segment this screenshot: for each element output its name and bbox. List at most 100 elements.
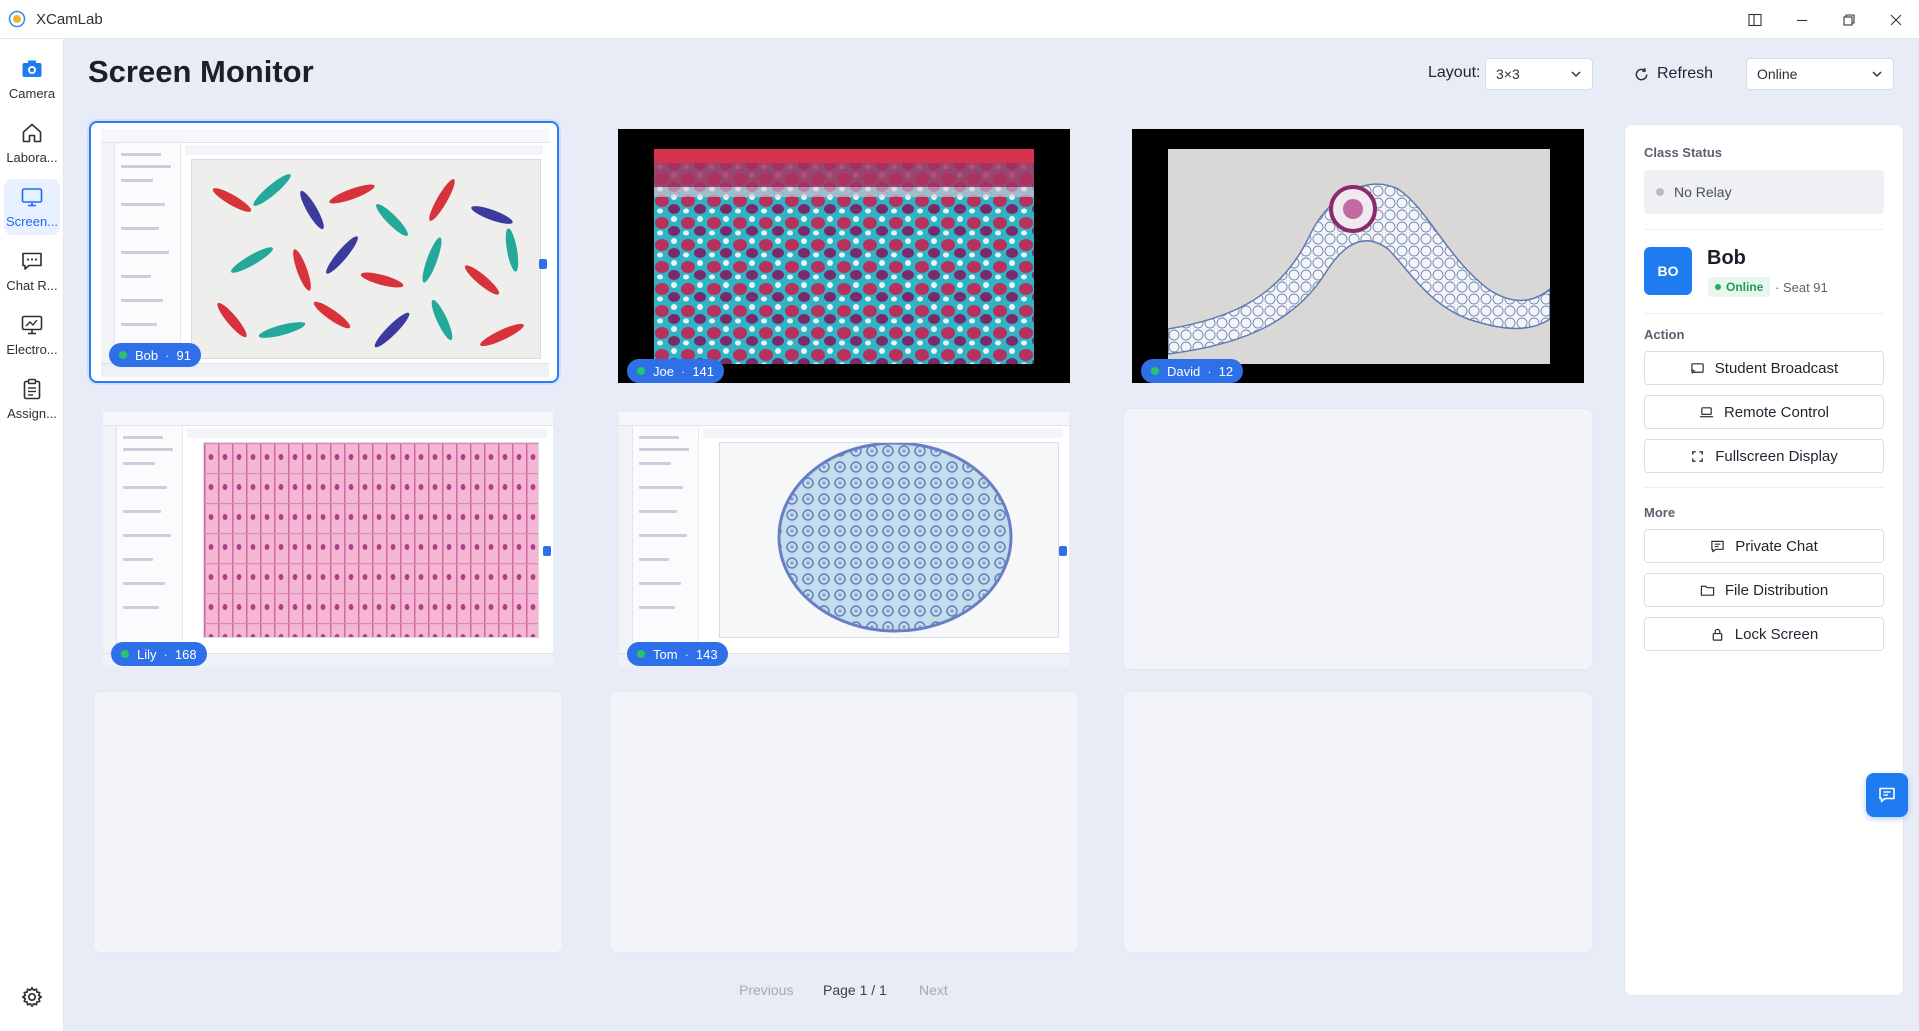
online-dot [119,351,127,359]
app-logo-icon [8,10,26,28]
microscope-image [654,149,1034,364]
empty-tile [1123,408,1593,670]
student-seat: 141 [692,363,715,379]
status-badge-text: Online [1726,280,1764,294]
student-name: Lily [137,646,157,662]
student-seat: 143 [695,646,718,662]
lock-icon [1712,628,1723,641]
student-badge: Lily · 168 [111,642,207,666]
status-badge: Online [1708,277,1771,297]
sidebar-toggle-button[interactable] [1731,0,1778,39]
button-label: Remote Control [1723,403,1830,421]
floating-chat-button[interactable] [1866,773,1908,817]
chat-icon [1711,540,1724,552]
fullscreen-icon [1692,450,1704,462]
restore-button[interactable] [1825,0,1872,39]
relay-status-text: No Relay [1674,184,1732,200]
student-name: Bob [1707,247,1746,269]
relay-status: No Relay [1644,170,1884,214]
minimize-button[interactable] [1778,0,1825,39]
sidebar-item-electronic-whiteboard[interactable]: Electro... [4,307,60,363]
screen-tile-david[interactable]: David · 12 [1123,121,1593,383]
student-name: Bob [135,347,159,363]
refresh-button[interactable]: Refresh [1634,58,1713,90]
screen-tile-lily[interactable]: Lily · 168 [93,408,563,670]
sidebar-item-laboratory[interactable]: Labora... [4,115,60,171]
empty-tile [609,691,1079,953]
online-dot [637,650,645,658]
left-sidebar: Camera Labora... Screen... Chat R... Ele… [0,39,64,1031]
avatar: BO [1644,247,1692,295]
class-status-title: Class Status [1644,145,1723,160]
title-bar: XCamLab [0,0,1919,39]
home-icon [22,123,42,143]
sidebar-item-camera[interactable]: Camera [4,51,60,107]
previous-page-button[interactable]: Previous [739,982,793,998]
sidebar-item-label: Camera [8,86,56,101]
online-dot [121,650,129,658]
button-label: File Distribution [1724,581,1829,599]
fullscreen-display-button[interactable]: Fullscreen Display [1644,439,1884,473]
student-screen-preview [101,129,549,377]
student-seat: 168 [174,646,197,662]
file-distribution-button[interactable]: File Distribution [1644,573,1884,607]
close-icon [1890,14,1901,25]
button-label: Student Broadcast [1714,359,1839,377]
layout-select-value: 3×3 [1496,66,1520,82]
private-chat-button[interactable]: Private Chat [1644,529,1884,563]
student-badge: Tom · 143 [627,642,728,666]
student-broadcast-button[interactable]: Student Broadcast [1644,351,1884,385]
more-section-title: More [1644,505,1676,520]
refresh-label: Refresh [1657,65,1714,82]
sidebar-item-label: Electro... [6,342,58,357]
app-title: XCamLab [36,10,103,28]
laptop-icon [1699,406,1714,417]
settings-gear-icon[interactable] [20,985,44,1009]
screen-tile-bob[interactable]: Bob · 91 [89,121,559,383]
page-title: Screen Monitor [88,54,314,89]
chevron-down-icon [1872,71,1882,78]
sidebar-item-label: Chat R... [6,278,58,293]
button-label: Fullscreen Display [1715,447,1838,465]
chevron-down-icon [1571,71,1581,78]
microscope-image [777,443,1013,633]
sidebar-item-screen-monitor[interactable]: Screen... [4,179,60,235]
monitor-icon [21,188,43,207]
lock-screen-button[interactable]: Lock Screen [1644,617,1884,651]
camera-icon [22,60,42,77]
sidebar-item-label: Assign... [7,406,57,421]
close-button[interactable] [1872,0,1919,39]
next-page-button[interactable]: Next [919,982,948,998]
student-screen-preview [103,412,553,667]
refresh-icon [1635,67,1648,80]
seat-text: Seat 91 [1782,280,1828,295]
status-filter-select[interactable]: Online [1746,58,1894,90]
sidebar-item-assignment[interactable]: Assign... [4,371,60,427]
clipboard-icon [23,378,41,400]
layout-label: Layout: [1428,64,1481,81]
minimize-icon [1796,19,1807,21]
student-name: David [1167,363,1201,379]
page-indicator: Page 1 / 1 [823,982,887,998]
empty-tile [1123,691,1593,953]
sidebar-item-chat-room[interactable]: Chat R... [4,243,60,299]
button-label: Private Chat [1735,537,1818,555]
student-badge: David · 12 [1141,359,1244,383]
remote-control-button[interactable]: Remote Control [1644,395,1884,429]
student-screen-preview [618,129,1070,383]
student-detail-panel: Class Status No Relay BO Bob Online · Se… [1624,124,1904,996]
student-name: Tom [653,646,678,662]
action-section-title: Action [1644,327,1685,342]
student-badge: Bob · 91 [109,343,201,367]
cast-icon [1691,362,1704,374]
screen-tile-joe[interactable]: Joe · 141 [609,121,1079,383]
layout-select[interactable]: 3×3 [1485,58,1593,90]
student-screen-preview [1132,129,1584,383]
online-dot [637,367,645,375]
online-dot [1151,367,1159,375]
screen-tile-tom[interactable]: Tom · 143 [609,408,1079,670]
microscope-image [1168,149,1550,364]
relay-status-dot [1656,188,1664,196]
student-screen-preview [619,412,1069,667]
student-name: Joe [653,363,674,379]
